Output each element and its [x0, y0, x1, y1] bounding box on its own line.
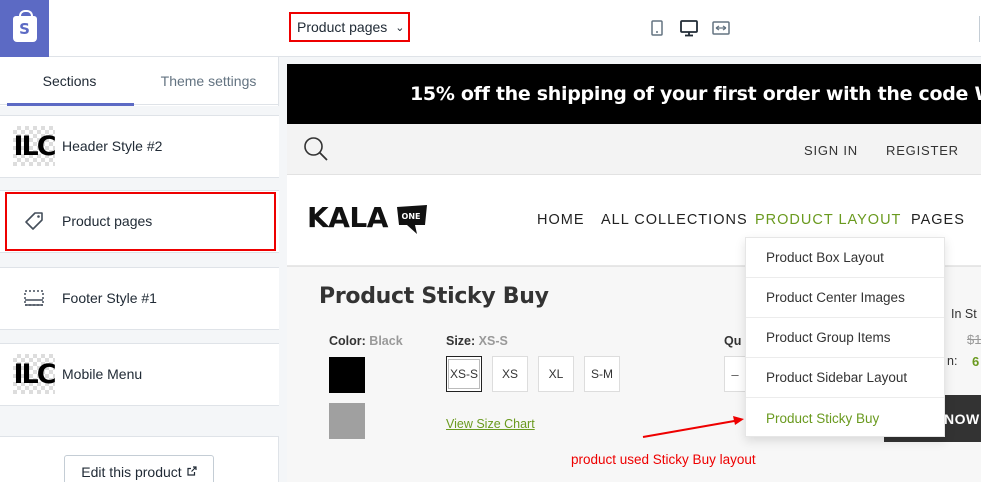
product-layout-dropdown: Product Box Layout Product Center Images…: [745, 237, 945, 437]
template-select-value: Product pages: [297, 19, 388, 35]
color-swatch-black[interactable]: [329, 357, 365, 393]
search-icon[interactable]: [303, 136, 329, 167]
size-option-xs-s[interactable]: XS-S: [446, 356, 482, 392]
tab-theme-settings[interactable]: Theme settings: [139, 57, 278, 105]
footer-layout-icon: [13, 278, 55, 318]
section-gap: [0, 406, 279, 436]
chevron-down-icon: ⌄: [395, 21, 405, 34]
old-price: $1: [967, 332, 981, 347]
template-select[interactable]: Product pages ⌄: [289, 12, 410, 42]
section-item-footer[interactable]: Footer Style #1: [0, 268, 279, 328]
size-chart-link[interactable]: View Size Chart: [446, 417, 535, 431]
size-value: XS-S: [478, 334, 508, 348]
section-gap: [0, 178, 279, 190]
brand-badge-icon: ONE: [395, 203, 429, 240]
dropdown-item-sidebar-layout[interactable]: Product Sidebar Layout: [746, 358, 944, 398]
new-price: 6: [972, 354, 980, 369]
sign-in-link[interactable]: SIGN IN: [804, 143, 858, 158]
section-item-label: Header Style #2: [62, 138, 163, 154]
color-label-text: Color:: [329, 334, 366, 348]
editor-topbar: S Product pages ⌄: [0, 0, 981, 57]
size-label-text: Size:: [446, 334, 476, 348]
shopify-logo[interactable]: S: [0, 0, 49, 57]
highlight-box: [5, 192, 276, 251]
section-item-label: Footer Style #1: [62, 290, 157, 306]
quantity-label: Qu: [724, 334, 742, 348]
annotation-note: product used Sticky Buy layout: [571, 452, 756, 467]
full-width-view-icon[interactable]: [712, 18, 730, 38]
section-gap: [0, 330, 279, 343]
product-title: Product Sticky Buy: [319, 284, 549, 309]
mobile-view-icon[interactable]: [648, 18, 666, 38]
stock-status: In St: [951, 307, 977, 321]
size-option-xl[interactable]: XL: [538, 356, 574, 392]
size-option-label: XS-S: [448, 359, 480, 389]
dropdown-item-center-images[interactable]: Product Center Images: [746, 278, 944, 318]
section-group-mobile-menu: ILC Mobile Menu: [0, 343, 279, 406]
register-link[interactable]: REGISTER: [886, 143, 959, 158]
color-swatch-grey[interactable]: [329, 403, 365, 439]
edit-product-button[interactable]: Edit this product: [64, 455, 214, 482]
brand-badge-text: ONE: [402, 212, 421, 221]
viewport-switcher: [648, 18, 730, 38]
dropdown-item-group-items[interactable]: Product Group Items: [746, 318, 944, 358]
shopify-bag-icon: S: [12, 9, 37, 42]
nav-home[interactable]: HOME: [537, 212, 585, 228]
section-group-header: ILC Header Style #2: [0, 115, 279, 178]
quantity-decrement[interactable]: –: [724, 356, 746, 392]
section-item-mobile-menu[interactable]: ILC Mobile Menu: [0, 344, 279, 404]
dropdown-item-box-layout[interactable]: Product Box Layout: [746, 238, 944, 278]
section-group-footer: Footer Style #1: [0, 267, 279, 330]
ilc-logo-icon: ILC: [13, 126, 57, 166]
announcement-bar: 15% off the shipping of your first order…: [287, 64, 981, 124]
color-label: Color: Black: [329, 334, 403, 348]
theme-editor: S Product pages ⌄ Sections Theme setting…: [0, 0, 981, 482]
price-label: n:: [947, 354, 958, 368]
nav-product-layout[interactable]: PRODUCT LAYOUT: [755, 212, 901, 228]
annotation-arrow: [642, 416, 744, 438]
color-value: Black: [369, 334, 403, 348]
size-option-xs[interactable]: XS: [492, 356, 528, 392]
edit-product-label: Edit this product: [81, 464, 182, 480]
size-option-s-m[interactable]: S-M: [584, 356, 620, 392]
section-item-label: Mobile Menu: [62, 366, 143, 382]
ilc-logo-icon: ILC: [13, 354, 57, 394]
sidebar-tabs: Sections Theme settings: [0, 57, 278, 106]
section-gap: [0, 253, 279, 267]
nav-all-collections[interactable]: ALL COLLECTIONS: [601, 212, 748, 228]
topbar-divider: [979, 16, 980, 42]
store-topnav: SIGN IN REGISTER: [287, 124, 981, 175]
size-label: Size: XS-S: [446, 334, 508, 348]
store-brand[interactable]: KALA: [307, 201, 388, 234]
section-item-header[interactable]: ILC Header Style #2: [0, 116, 279, 176]
external-link-icon: [187, 465, 197, 479]
nav-pages[interactable]: PAGES: [911, 212, 965, 228]
dropdown-item-sticky-buy[interactable]: Product Sticky Buy: [746, 398, 944, 438]
tab-sections[interactable]: Sections: [0, 57, 139, 106]
desktop-view-icon[interactable]: [680, 18, 698, 38]
